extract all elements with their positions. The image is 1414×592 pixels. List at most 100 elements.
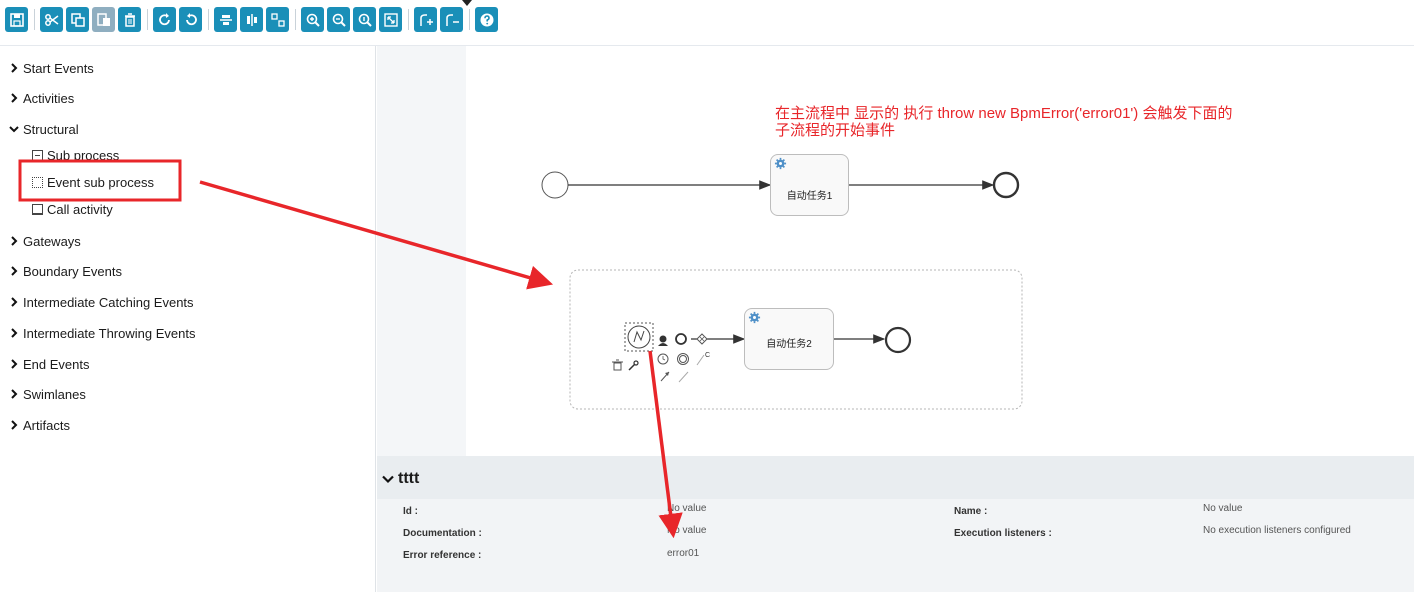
property-value-name[interactable]: No value xyxy=(1203,503,1242,514)
shape-palette: Start Events Activities Structural Sub p… xyxy=(0,46,376,592)
copy-icon xyxy=(70,12,85,27)
chevron-right-icon xyxy=(11,266,18,276)
bpmn-editor: Start Events Activities Structural Sub p… xyxy=(0,0,1414,592)
help-button[interactable] xyxy=(475,7,498,32)
palette-group-structural[interactable]: Structural xyxy=(9,120,79,138)
chevron-right-icon xyxy=(11,420,18,430)
zoom-out-button[interactable] xyxy=(327,7,350,32)
paste-icon xyxy=(96,12,110,26)
copy-button[interactable] xyxy=(66,7,89,32)
end-event-shortcut-icon[interactable] xyxy=(675,333,687,345)
wrench-icon[interactable] xyxy=(628,363,636,371)
toolbar-caret-icon xyxy=(462,0,472,6)
chevron-right-icon xyxy=(11,359,18,369)
palette-group-label: Activities xyxy=(23,90,75,106)
start-event[interactable] xyxy=(541,171,569,199)
palette-group-gateways[interactable]: Gateways xyxy=(9,232,81,250)
palette-group-label: Gateways xyxy=(23,233,81,249)
align-horizontal-icon xyxy=(219,14,232,25)
toolbar-separator xyxy=(408,9,409,30)
paste-button[interactable] xyxy=(92,7,115,32)
remove-bendpoint-icon xyxy=(445,13,459,26)
task-label: 自动任务2 xyxy=(766,339,812,350)
event-sub-process-icon xyxy=(32,176,43,188)
palette-group-start-events[interactable]: Start Events xyxy=(9,59,94,77)
palette-group-activities[interactable]: Activities xyxy=(9,89,74,107)
trash-icon[interactable] xyxy=(612,359,623,371)
scissors-icon xyxy=(44,13,58,26)
palette-group-artifacts[interactable]: Artifacts xyxy=(9,416,70,434)
chevron-right-icon xyxy=(11,328,18,338)
property-label-documentation: Documentation : xyxy=(403,528,482,539)
property-value-documentation[interactable]: No value xyxy=(667,525,706,536)
zoom-fit-icon xyxy=(383,12,398,27)
property-value-id[interactable]: No value xyxy=(667,503,706,514)
add-bendpoint-button[interactable] xyxy=(414,7,437,32)
line-icon[interactable] xyxy=(678,371,689,383)
palette-item-call-activity[interactable]: Call activity xyxy=(32,200,113,218)
save-button[interactable] xyxy=(5,7,28,32)
palette-group-label: Start Events xyxy=(23,60,94,76)
end-event[interactable] xyxy=(992,171,1020,199)
shape-context-toolbar: C xyxy=(612,333,710,383)
properties-title: tttt xyxy=(398,470,420,487)
wrench-head-icon xyxy=(633,360,639,366)
same-size-button[interactable] xyxy=(266,7,289,32)
toolbar-separator xyxy=(147,9,148,30)
chevron-right-icon xyxy=(11,63,18,73)
chevron-right-icon xyxy=(11,236,18,246)
palette-group-label: Structural xyxy=(23,121,79,137)
palette-group-end-events[interactable]: End Events xyxy=(9,355,90,373)
user-task-icon[interactable] xyxy=(659,335,667,343)
palette-group-label: Boundary Events xyxy=(23,263,123,279)
palette-item-event-sub-process[interactable]: Event sub process xyxy=(32,173,154,191)
same-size-icon xyxy=(270,12,285,27)
chevron-down-icon xyxy=(382,475,394,484)
association-icon[interactable] xyxy=(696,354,705,366)
palette-group-intermediate-catching-events[interactable]: Intermediate Catching Events xyxy=(9,293,194,311)
service-task-2[interactable]: 自动任务2 xyxy=(744,308,834,370)
palette-item-label: Event sub process xyxy=(47,174,154,190)
remove-bendpoint-button[interactable] xyxy=(440,7,463,32)
property-label-execution-listeners: Execution listeners : xyxy=(954,528,1052,539)
delete-button[interactable] xyxy=(118,7,141,32)
zoom-in-button[interactable] xyxy=(301,7,324,32)
palette-group-boundary-events[interactable]: Boundary Events xyxy=(9,262,122,280)
redo-button[interactable] xyxy=(153,7,176,32)
align-vertical-button[interactable] xyxy=(240,7,263,32)
palette-group-intermediate-throwing-events[interactable]: Intermediate Throwing Events xyxy=(9,324,195,342)
gear-icon xyxy=(774,157,787,170)
property-value-error-reference[interactable]: error01 xyxy=(667,548,699,559)
trash-icon xyxy=(124,12,135,27)
zoom-in-icon xyxy=(306,13,320,27)
chevron-down-icon xyxy=(9,126,19,133)
palette-group-label: End Events xyxy=(23,356,90,372)
property-value-execution-listeners[interactable]: No execution listeners configured xyxy=(1203,525,1351,536)
save-icon xyxy=(9,12,24,27)
toolbar-separator xyxy=(34,9,35,30)
zoom-fit-button[interactable] xyxy=(379,7,402,32)
align-horizontal-button[interactable] xyxy=(214,7,237,32)
property-label-error-reference: Error reference : xyxy=(403,550,482,561)
cut-button[interactable] xyxy=(40,7,63,32)
zoom-actual-button[interactable] xyxy=(353,7,376,32)
user-task-body xyxy=(658,343,668,346)
sub-process-icon xyxy=(32,149,43,161)
palette-group-swimlanes[interactable]: Swimlanes xyxy=(9,385,86,403)
association-c-label: C xyxy=(705,352,710,359)
chevron-right-icon xyxy=(11,297,18,307)
end-event[interactable] xyxy=(884,326,912,354)
palette-item-sub-process[interactable]: Sub process xyxy=(32,146,119,164)
undo-icon xyxy=(185,12,197,25)
toolbar-separator xyxy=(469,9,470,30)
palette-group-label: Intermediate Throwing Events xyxy=(23,325,196,341)
zoom-out-icon xyxy=(332,13,346,27)
properties-header[interactable]: tttt xyxy=(382,470,419,488)
toolbar-separator xyxy=(208,9,209,30)
service-task-1[interactable]: 自动任务1 xyxy=(770,154,849,216)
toolbar-separator xyxy=(295,9,296,30)
process-canvas[interactable]: 在主流程中 显示的 执行 throw new BpmError('error01… xyxy=(466,46,1414,456)
help-icon xyxy=(480,13,493,26)
palette-item-label: Sub process xyxy=(47,147,120,163)
undo-button[interactable] xyxy=(179,7,202,32)
